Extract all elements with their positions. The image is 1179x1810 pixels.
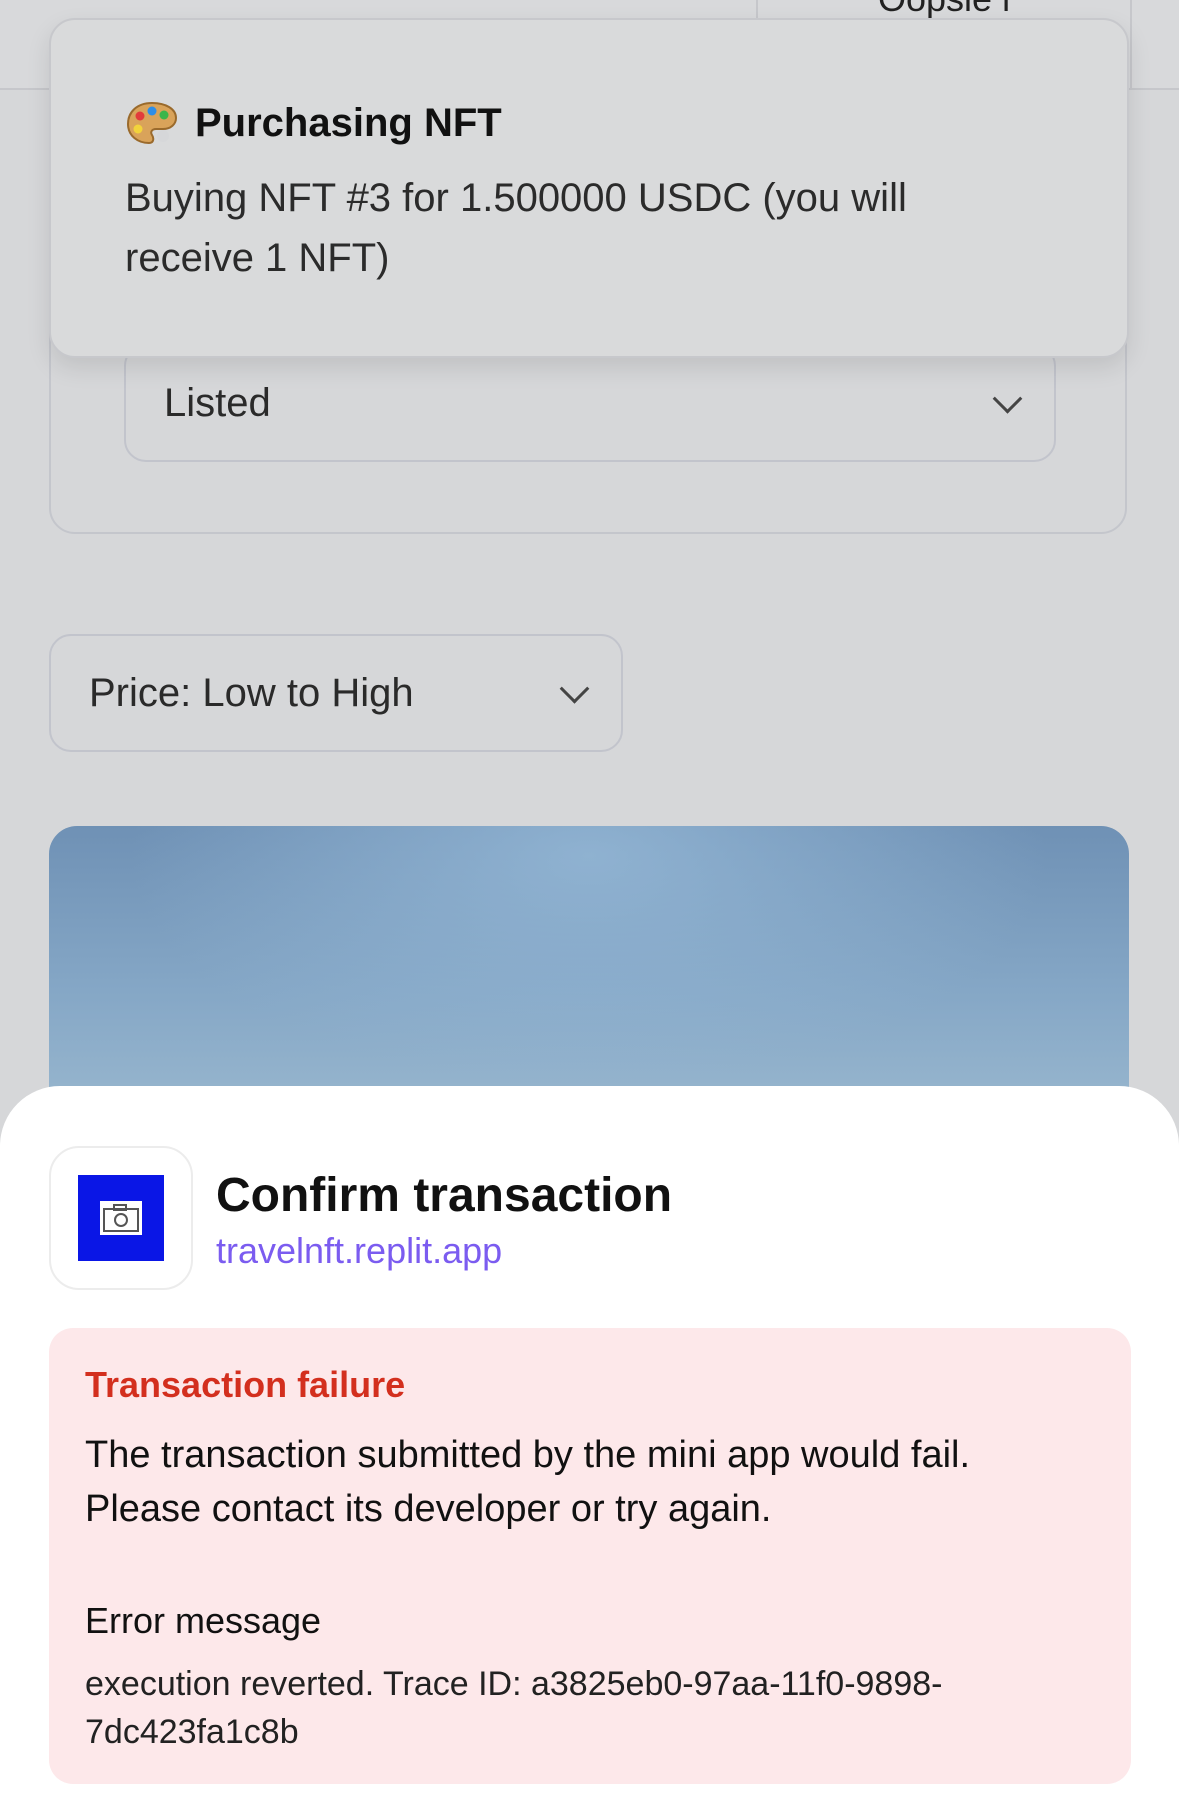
- sort-select-value: Price: Low to High: [89, 670, 414, 715]
- purchase-toast: Purchasing NFT Buying NFT #3 for 1.50000…: [49, 18, 1129, 358]
- sort-select[interactable]: Price: Low to High: [49, 634, 623, 752]
- chevron-down-icon: [559, 673, 590, 704]
- error-title: Transaction failure: [85, 1364, 406, 1405]
- error-message-label: Error message: [85, 1600, 322, 1641]
- status-select[interactable]: Listed: [124, 344, 1056, 462]
- nft-image[interactable]: [49, 826, 1129, 1126]
- toast-title-row: Purchasing NFT: [125, 100, 502, 146]
- error-description: The transaction submitted by the mini ap…: [85, 1434, 971, 1530]
- camera-icon: [98, 1199, 144, 1237]
- toast-title: Purchasing NFT: [195, 100, 502, 145]
- status-select-value: Listed: [164, 380, 271, 425]
- sheet-title: Confirm transaction: [216, 1169, 673, 1222]
- app-domain-link[interactable]: travelnft.replit.app: [216, 1230, 502, 1272]
- app-icon: [78, 1175, 164, 1261]
- toast-message: Buying NFT #3 for 1.500000 USDC (you wil…: [125, 176, 907, 280]
- palette-icon: [126, 101, 178, 145]
- header-partial-text: Oopsie i: [878, 0, 1010, 20]
- error-message: execution reverted. Trace ID: a3825eb0-9…: [85, 1665, 943, 1751]
- app-icon-frame: [49, 1146, 193, 1290]
- chevron-down-icon: [992, 383, 1023, 414]
- error-panel: Transaction failure The transaction subm…: [49, 1328, 1131, 1784]
- confirm-transaction-sheet: Confirm transaction travelnft.replit.app…: [0, 1086, 1179, 1810]
